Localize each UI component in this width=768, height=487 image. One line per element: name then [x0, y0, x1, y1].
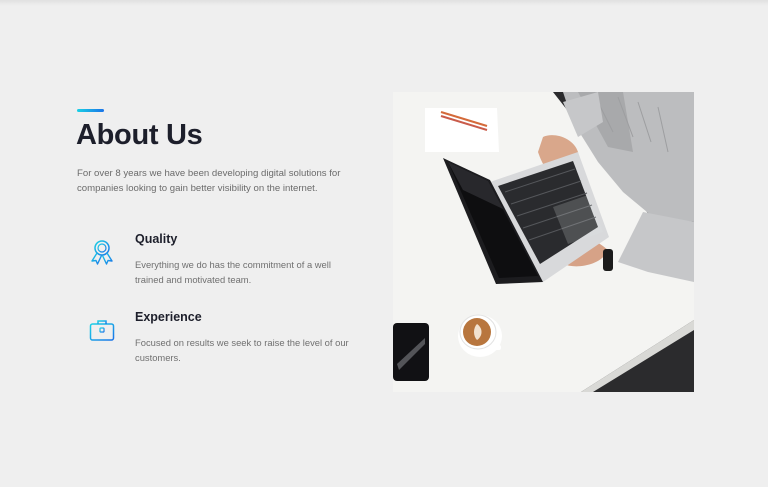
about-intro: For over 8 years we have been developing…	[77, 168, 341, 194]
briefcase-icon	[88, 316, 116, 344]
feature-description: Focused on results we seek to raise the …	[135, 337, 349, 363]
header-shadow	[0, 0, 768, 6]
feature-title: Quality	[135, 232, 178, 246]
title-accent-bar	[77, 109, 104, 112]
award-ribbon-icon	[88, 238, 116, 266]
about-photo	[393, 92, 694, 392]
feature-title: Experience	[135, 310, 202, 324]
page-title: About Us	[76, 119, 203, 151]
feature-description: Everything we do has the commitment of a…	[135, 259, 331, 285]
